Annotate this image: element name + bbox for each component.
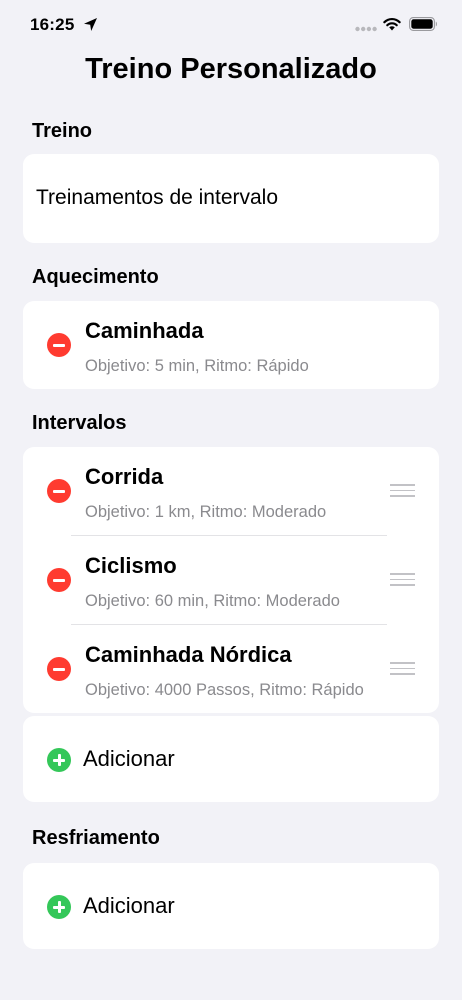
workout-name-card[interactable]: Treinamentos de intervalo xyxy=(23,154,439,243)
status-bar: 16:25 xyxy=(0,0,462,50)
warmup-card: Caminhada Objetivo: 5 min, Ritmo: Rápido xyxy=(23,301,439,389)
add-interval-button[interactable]: Adicionar xyxy=(23,716,439,802)
page-title: Treino Personalizado xyxy=(85,53,377,85)
reorder-handle-icon[interactable] xyxy=(390,573,415,586)
battery-icon xyxy=(409,17,437,31)
section-header-aquecimento: Aquecimento xyxy=(32,266,159,288)
add-interval-label[interactable]: Adicionar xyxy=(83,746,175,772)
row-subtitle: Objetivo: 60 min, Ritmo: Moderado xyxy=(85,592,340,610)
remove-icon[interactable] xyxy=(47,333,71,357)
list-item[interactable]: Corrida Objetivo: 1 km, Ritmo: Moderado xyxy=(23,447,439,535)
add-icon[interactable] xyxy=(47,895,71,919)
list-item[interactable]: Ciclismo Objetivo: 60 min, Ritmo: Modera… xyxy=(23,536,439,625)
list-item[interactable]: Caminhada Nórdica Objetivo: 4000 Passos,… xyxy=(23,625,439,713)
row-subtitle: Objetivo: 5 min, Ritmo: Rápido xyxy=(85,357,309,375)
add-icon[interactable] xyxy=(47,748,71,772)
add-cooldown-button[interactable]: Adicionar xyxy=(23,863,439,949)
row-title: Caminhada xyxy=(85,318,204,343)
row-title: Caminhada Nórdica xyxy=(85,642,292,667)
remove-icon[interactable] xyxy=(47,568,71,592)
location-arrow-icon xyxy=(84,18,97,31)
row-title: Corrida xyxy=(85,464,164,489)
row-subtitle: Objetivo: 4000 Passos, Ritmo: Rápido xyxy=(85,681,364,699)
reorder-handle-icon[interactable] xyxy=(390,662,415,675)
row-subtitle: Objetivo: 1 km, Ritmo: Moderado xyxy=(85,503,327,521)
list-item[interactable]: Caminhada Objetivo: 5 min, Ritmo: Rápido xyxy=(23,301,439,389)
remove-icon[interactable] xyxy=(47,479,71,503)
status-time: 16:25 xyxy=(30,15,75,34)
section-header-treino: Treino xyxy=(32,120,93,142)
wifi-icon xyxy=(383,18,401,31)
reorder-handle-icon[interactable] xyxy=(390,484,415,497)
intervals-card: Corrida Objetivo: 1 km, Ritmo: Moderado … xyxy=(23,447,439,713)
section-header-intervalos: Intervalos xyxy=(32,412,127,434)
section-header-resfriamento: Resfriamento xyxy=(32,827,160,849)
row-title: Ciclismo xyxy=(85,553,177,578)
workout-name-value[interactable]: Treinamentos de intervalo xyxy=(36,186,278,210)
cellular-signal-icon xyxy=(355,26,377,32)
add-cooldown-label[interactable]: Adicionar xyxy=(83,893,175,919)
remove-icon[interactable] xyxy=(47,657,71,681)
